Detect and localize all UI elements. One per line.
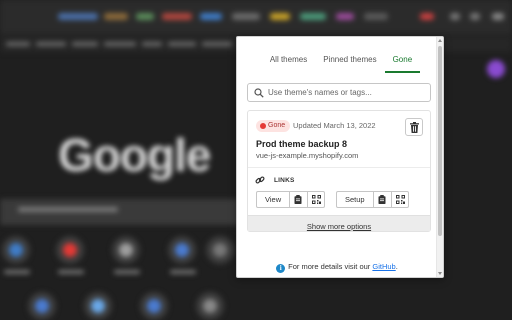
scroll-down-arrow[interactable] xyxy=(438,272,442,275)
scroll-up-arrow[interactable] xyxy=(438,39,442,42)
search-icon xyxy=(254,88,264,98)
links-heading: LINKS xyxy=(274,177,295,184)
link-icon xyxy=(255,176,265,184)
status-badge: Gone xyxy=(256,120,291,132)
shortcut-tile xyxy=(28,292,56,320)
shortcut-tile xyxy=(2,236,30,264)
theme-card: Gone Updated March 13, 2022 Prod theme b… xyxy=(247,110,431,232)
setup-qr-button[interactable] xyxy=(390,192,408,207)
shortcut-tile xyxy=(84,292,112,320)
footer-text: For more details visit our xyxy=(288,262,371,271)
shortcut-tile xyxy=(56,236,84,264)
view-button[interactable]: View xyxy=(257,192,291,207)
view-link-group: View xyxy=(256,191,326,208)
shortcut-tile xyxy=(206,236,234,264)
status-badge-label: Gone xyxy=(268,122,286,129)
info-icon: i xyxy=(276,264,286,273)
updated-date: Updated March 13, 2022 xyxy=(293,121,376,130)
theme-search-box[interactable] xyxy=(247,83,431,102)
setup-button[interactable]: Setup xyxy=(337,192,374,207)
footer-suffix: . xyxy=(395,262,398,271)
profile-avatar xyxy=(487,60,505,78)
status-dot xyxy=(260,123,266,129)
popup-footer: i For more details visit our GitHub. xyxy=(237,262,437,273)
shortcut-tile xyxy=(196,292,224,320)
view-qr-button[interactable] xyxy=(307,192,324,207)
background-logo: Google xyxy=(58,129,211,181)
card-divider xyxy=(248,167,430,168)
github-link[interactable]: GitHub xyxy=(372,262,395,271)
extension-popup: All themes Pinned themes Gone Gone Updat… xyxy=(236,36,444,278)
trash-icon xyxy=(410,122,419,133)
popup-scrollbar[interactable] xyxy=(436,37,443,277)
theme-domain: vue-js-example.myshopify.com xyxy=(256,151,359,160)
theme-name: Prod theme backup 8 xyxy=(256,139,348,149)
tab-pinned-themes[interactable]: Pinned themes xyxy=(315,37,384,73)
search-input[interactable] xyxy=(268,85,428,100)
show-more-options-link[interactable]: Show more options xyxy=(307,222,371,231)
clipboard-icon xyxy=(378,195,386,204)
shortcut-tile xyxy=(168,236,196,264)
qr-code-icon xyxy=(395,195,405,204)
copy-setup-link-button[interactable] xyxy=(374,192,391,207)
theme-tabs: All themes Pinned themes Gone xyxy=(237,37,443,73)
shortcut-tile xyxy=(112,236,140,264)
tab-all-themes[interactable]: All themes xyxy=(262,37,315,73)
copy-view-link-button[interactable] xyxy=(290,192,307,207)
delete-theme-button[interactable] xyxy=(405,118,423,136)
setup-link-group: Setup xyxy=(336,191,409,208)
tab-gone[interactable]: Gone xyxy=(384,37,421,73)
shortcut-tile xyxy=(140,292,168,320)
show-more-options-bar: Show more options xyxy=(248,215,430,231)
scroll-thumb[interactable] xyxy=(438,46,442,236)
clipboard-icon xyxy=(294,195,302,204)
qr-code-icon xyxy=(312,195,322,204)
